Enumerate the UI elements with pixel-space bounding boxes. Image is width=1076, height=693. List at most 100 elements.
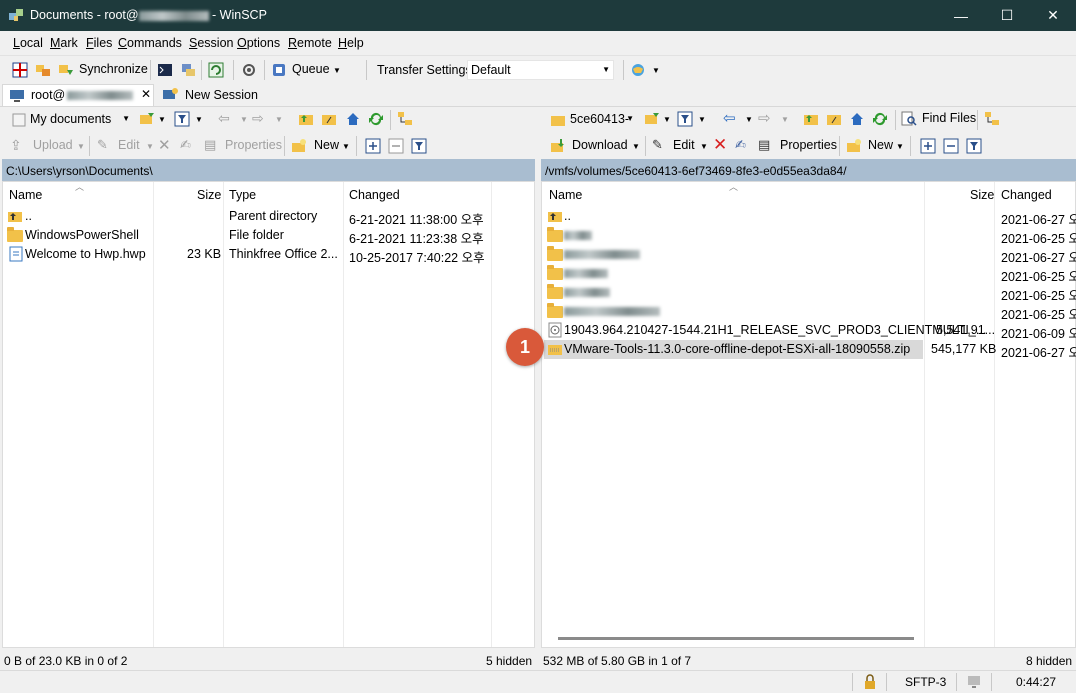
- left-path-bar[interactable]: C:\Users\yrson\Documents\: [2, 159, 535, 181]
- delete-icon[interactable]: ✕: [713, 135, 727, 155]
- tree-view-icon[interactable]: [984, 111, 1000, 127]
- tree-view-icon[interactable]: [397, 111, 413, 127]
- menu-remote[interactable]: Remote: [288, 36, 332, 50]
- parent-directory-icon[interactable]: [298, 111, 314, 127]
- refresh-all-icon[interactable]: [208, 62, 224, 78]
- chevron-down-icon[interactable]: ▼: [896, 142, 904, 151]
- gear-icon[interactable]: [241, 62, 257, 78]
- back-arrow-icon[interactable]: ⇦: [218, 110, 230, 127]
- find-files-button[interactable]: Find Files: [922, 111, 976, 125]
- col-header-changed[interactable]: Changed: [1001, 182, 1052, 204]
- home-icon[interactable]: [849, 111, 865, 127]
- left-file-list[interactable]: ︿ Name Size Type Changed .. Parent direc…: [2, 181, 535, 648]
- select-minus-icon[interactable]: [943, 138, 959, 154]
- forward-arrow-icon[interactable]: ⇨: [758, 109, 771, 127]
- download-button[interactable]: Download: [572, 138, 628, 152]
- select-minus-icon[interactable]: [388, 138, 404, 154]
- table-row[interactable]: 2021-06-25 오: [542, 226, 1076, 246]
- table-row[interactable]: 2021-06-25 오: [542, 283, 1076, 303]
- globe-icon[interactable]: [630, 62, 646, 78]
- refresh-icon[interactable]: [872, 111, 888, 127]
- filter-select-icon[interactable]: [966, 138, 982, 154]
- queue-dropdown-arrow[interactable]: ▼: [333, 66, 341, 75]
- menu-help[interactable]: Help: [338, 36, 364, 50]
- root-directory-icon[interactable]: [321, 111, 337, 127]
- menu-local[interactable]: Local: [13, 36, 43, 50]
- chevron-down-icon[interactable]: ▼: [240, 115, 248, 124]
- right-hidden-count[interactable]: 8 hidden: [1026, 648, 1072, 670]
- col-header-type[interactable]: Type: [229, 182, 256, 204]
- chevron-down-icon[interactable]: ▼: [663, 115, 671, 124]
- chevron-down-icon[interactable]: ▼: [632, 142, 640, 151]
- menu-mark[interactable]: Mark: [50, 36, 78, 50]
- col-header-name[interactable]: Name: [549, 182, 582, 204]
- compare-directories-icon[interactable]: [12, 62, 28, 78]
- table-row[interactable]: .. 2021-06-27 오: [542, 207, 1076, 227]
- col-header-changed[interactable]: Changed: [349, 182, 400, 204]
- menu-files[interactable]: Files: [86, 36, 112, 50]
- synchronize-browsing-icon[interactable]: [35, 62, 51, 78]
- col-header-size[interactable]: Size: [970, 182, 994, 204]
- close-tab-icon[interactable]: ✕: [141, 87, 151, 101]
- edit-button[interactable]: Edit: [673, 138, 695, 152]
- right-location-select[interactable]: 5ce60413- ▼: [566, 109, 638, 129]
- left-location-select[interactable]: My documents ▼: [26, 109, 134, 129]
- table-row-selected[interactable]: VMware-Tools-11.3.0-core-offline-depot-E…: [542, 340, 1076, 360]
- right-path-bar[interactable]: /vmfs/volumes/5ce60413-6ef73469-8fe3-e0d…: [541, 159, 1076, 181]
- filter-icon[interactable]: [174, 111, 190, 127]
- properties-button[interactable]: Properties: [780, 138, 837, 152]
- close-button[interactable]: ✕: [1030, 0, 1076, 31]
- open-folder-icon[interactable]: [139, 111, 155, 127]
- maximize-button[interactable]: ☐: [984, 0, 1030, 31]
- synchronize-button[interactable]: Synchronize: [79, 62, 148, 76]
- refresh-icon[interactable]: [368, 111, 384, 127]
- filter-icon[interactable]: [677, 111, 693, 127]
- parent-directory-icon[interactable]: [803, 111, 819, 127]
- transfer-settings-select[interactable]: Default ▼: [467, 60, 614, 80]
- horizontal-scrollbar[interactable]: [558, 637, 914, 640]
- edit-button[interactable]: Edit: [118, 138, 140, 152]
- col-header-size[interactable]: Size: [197, 182, 221, 204]
- chevron-down-icon[interactable]: ▼: [77, 142, 85, 151]
- open-folder-icon[interactable]: [644, 111, 660, 127]
- chevron-down-icon[interactable]: ▼: [158, 115, 166, 124]
- new-button[interactable]: New: [314, 138, 339, 152]
- table-row[interactable]: Welcome to Hwp.hwp 23 KB Thinkfree Offic…: [3, 245, 534, 265]
- filter-select-icon[interactable]: [411, 138, 427, 154]
- chevron-down-icon[interactable]: ▼: [342, 142, 350, 151]
- rename-icon[interactable]: ✍: [180, 137, 191, 153]
- table-row[interactable]: WindowsPowerShell File folder 6-21-2021 …: [3, 226, 534, 246]
- back-arrow-icon[interactable]: ⇦: [723, 109, 736, 127]
- root-directory-icon[interactable]: [826, 111, 842, 127]
- left-hidden-count[interactable]: 5 hidden: [486, 648, 532, 670]
- menu-commands[interactable]: Commands: [118, 36, 182, 50]
- menu-session[interactable]: Session: [189, 36, 233, 50]
- table-row[interactable]: 19043.964.210427-1544.21H1_RELEASE_SVC_P…: [542, 321, 1076, 341]
- chevron-down-icon[interactable]: ▼: [745, 115, 753, 124]
- table-row[interactable]: .. Parent directory 6-21-2021 11:38:00 오…: [3, 207, 534, 227]
- chevron-down-icon[interactable]: ▼: [275, 115, 283, 124]
- putty-icon[interactable]: [180, 62, 196, 78]
- chevron-down-icon[interactable]: ▼: [700, 142, 708, 151]
- select-plus-icon[interactable]: [365, 138, 381, 154]
- chevron-down-icon[interactable]: ▼: [698, 115, 706, 124]
- chevron-down-icon[interactable]: ▼: [195, 115, 203, 124]
- minimize-button[interactable]: —: [938, 0, 984, 31]
- properties-button[interactable]: Properties: [225, 138, 282, 152]
- right-file-list[interactable]: ︿ Name Size Changed .. 2021-06-27 오 2021…: [541, 181, 1076, 648]
- select-plus-icon[interactable]: [920, 138, 936, 154]
- table-row[interactable]: 2021-06-25 오: [542, 264, 1076, 284]
- menu-options[interactable]: Options: [237, 36, 280, 50]
- col-header-name[interactable]: Name: [9, 182, 42, 204]
- globe-dropdown-arrow[interactable]: ▼: [652, 66, 660, 75]
- upload-button[interactable]: Upload: [33, 138, 73, 152]
- new-button[interactable]: New: [868, 138, 893, 152]
- chevron-down-icon[interactable]: ▼: [146, 142, 154, 151]
- tab-session-root[interactable]: root@ ✕: [2, 84, 154, 106]
- queue-button[interactable]: Queue: [292, 62, 330, 76]
- chevron-down-icon[interactable]: ▼: [781, 115, 789, 124]
- rename-icon[interactable]: ✍: [735, 137, 746, 153]
- table-row[interactable]: 2021-06-25 오: [542, 302, 1076, 322]
- delete-icon[interactable]: ✕: [158, 136, 171, 154]
- home-icon[interactable]: [345, 111, 361, 127]
